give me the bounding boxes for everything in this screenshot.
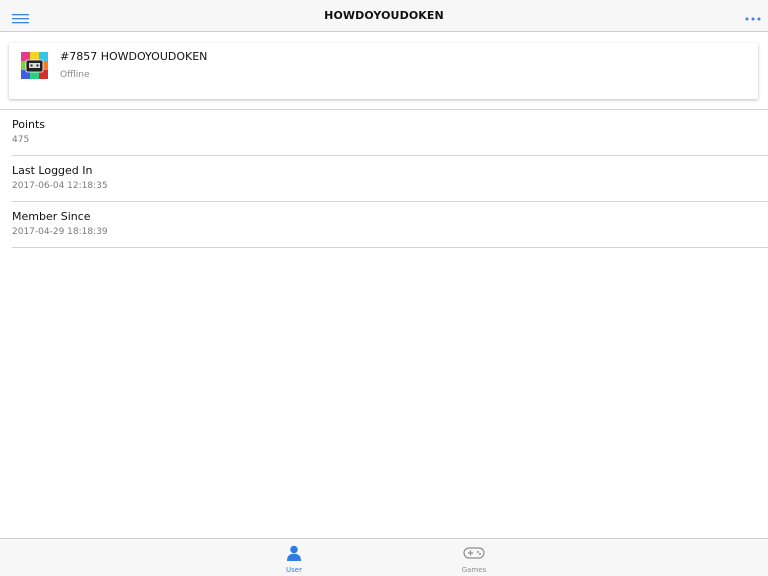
info-label: Points — [12, 118, 46, 131]
more-dots-icon[interactable] — [744, 10, 762, 22]
status-badge: Offline — [60, 70, 90, 80]
info-row-member-since: Member Since 2017-04-29 18:18:39 — [12, 202, 768, 248]
avatar — [21, 52, 48, 79]
info-row-points: Points 475 — [12, 110, 768, 156]
top-nav-bar: HOWDOYOUDOKEN — [0, 0, 768, 32]
tab-label: User — [286, 566, 302, 574]
info-list: Points 475 Last Logged In 2017-06-04 12:… — [0, 110, 768, 248]
info-value: 2017-06-04 12:18:35 — [12, 181, 108, 191]
tab-games[interactable]: Games — [444, 539, 504, 576]
info-value: 475 — [12, 135, 30, 145]
tab-label: Games — [461, 566, 487, 574]
info-label: Member Since — [12, 210, 91, 223]
app-window: HOWDOYOUDOKEN #7857 HOWDOYOUDOKEN Offlin… — [0, 0, 768, 576]
info-label: Last Logged In — [12, 164, 93, 177]
profile-card[interactable]: #7857 HOWDOYOUDOKEN Offline — [9, 43, 758, 99]
profile-name: #7857 HOWDOYOUDOKEN — [60, 50, 208, 63]
tab-user[interactable]: User — [264, 539, 324, 576]
bottom-tab-bar: User Games — [0, 538, 768, 576]
user-icon — [283, 545, 305, 561]
info-value: 2017-04-29 18:18:39 — [12, 227, 108, 237]
page-title: HOWDOYOUDOKEN — [324, 9, 444, 22]
gamepad-icon — [463, 545, 485, 561]
colorful-console-avatar-icon — [21, 52, 48, 79]
info-row-last-logged-in: Last Logged In 2017-06-04 12:18:35 — [12, 156, 768, 202]
